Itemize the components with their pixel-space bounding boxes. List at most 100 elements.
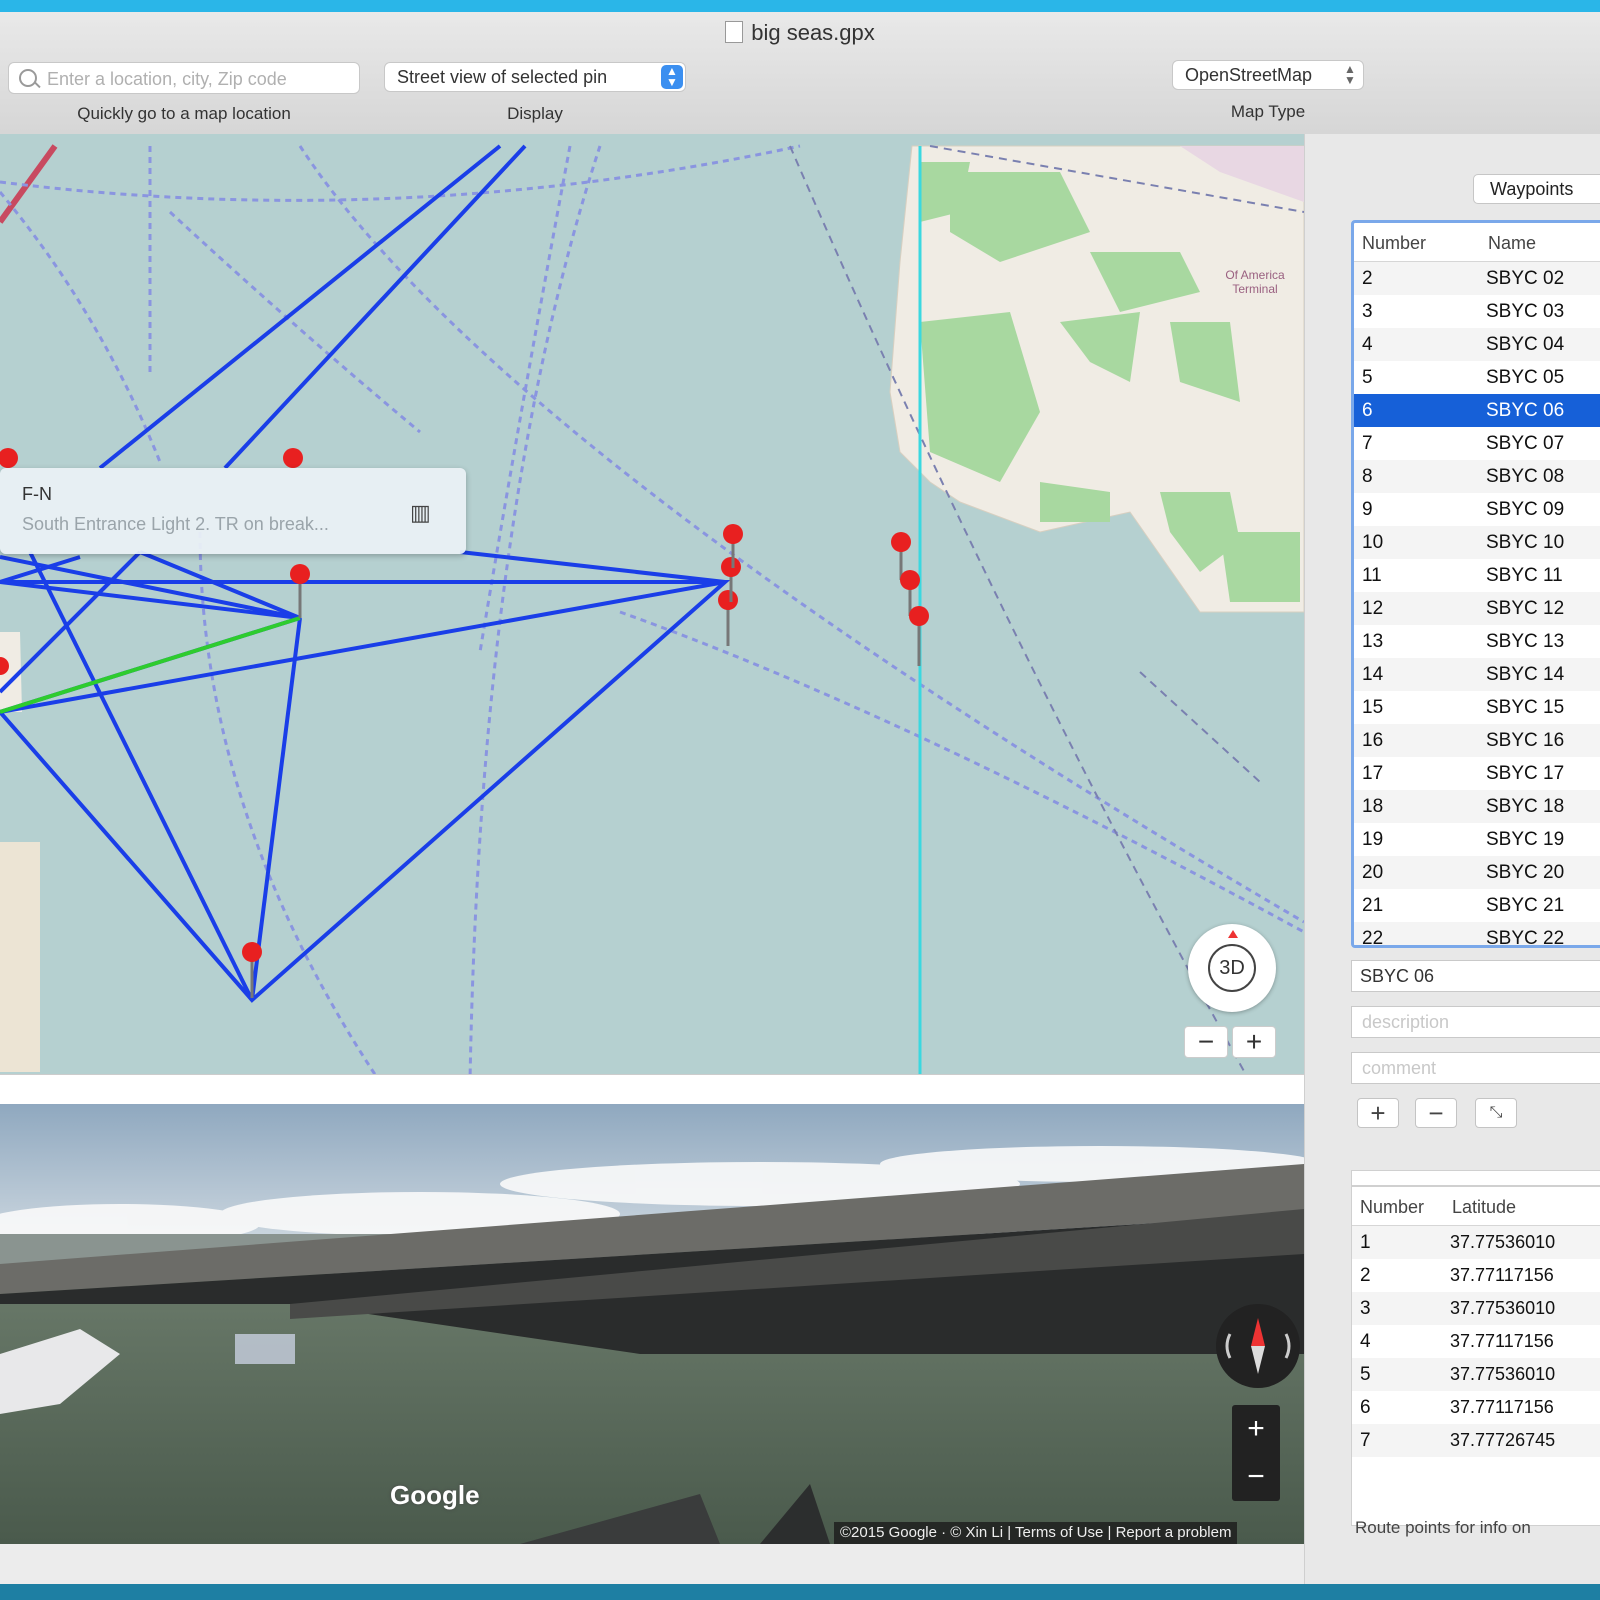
- row-name: SBYC 06: [1486, 400, 1565, 421]
- description-field[interactable]: [1351, 1006, 1600, 1038]
- arrows-icon[interactable]: ⤡: [1475, 1098, 1517, 1128]
- row-number: 4: [1362, 334, 1373, 355]
- display-popup[interactable]: Street view of selected pin ▲ ▼: [384, 62, 686, 92]
- table-row[interactable]: 4 SBYC 04: [1354, 328, 1600, 361]
- search-input[interactable]: [45, 65, 349, 93]
- description-input[interactable]: [1360, 1011, 1600, 1034]
- waypoint-pin: [909, 606, 929, 666]
- column-header-number[interactable]: Number: [1360, 1197, 1424, 1218]
- search-caption: Quickly go to a map location: [77, 104, 291, 123]
- table-row[interactable]: 22 SBYC 22: [1354, 922, 1600, 948]
- table-row[interactable]: 18 SBYC 18: [1354, 790, 1600, 823]
- street-view-image: [0, 1104, 1304, 1544]
- search-field[interactable]: [8, 62, 360, 94]
- table-row[interactable]: 2 SBYC 02: [1354, 262, 1600, 295]
- window-title: big seas.gpx: [0, 20, 1600, 46]
- popup-stepper-icon: ▲ ▼: [1344, 62, 1356, 87]
- google-logo: Google: [390, 1480, 480, 1510]
- table-row[interactable]: 7 SBYC 07: [1354, 427, 1600, 460]
- table-row[interactable]: 13 SBYC 13: [1354, 625, 1600, 658]
- table-row[interactable]: 6 SBYC 06: [1354, 394, 1600, 427]
- row-name: SBYC 22: [1486, 928, 1565, 948]
- map-canvas: [0, 144, 1304, 1083]
- name-field[interactable]: SBYC 06: [1351, 960, 1600, 992]
- waypoint-pin: [0, 448, 18, 468]
- row-name: SBYC 13: [1486, 631, 1565, 652]
- table-row[interactable]: 5 SBYC 05: [1354, 361, 1600, 394]
- north-indicator-icon: [1228, 930, 1238, 938]
- desktop-strip: [0, 1584, 1600, 1600]
- row-name: SBYC 08: [1486, 466, 1565, 487]
- zoom-out-button[interactable]: −: [1184, 1026, 1228, 1058]
- table-row[interactable]: 6 37.77117156: [1352, 1391, 1600, 1424]
- column-header-number[interactable]: Number: [1362, 233, 1426, 254]
- table-row[interactable]: 20 SBYC 20: [1354, 856, 1600, 889]
- table-row[interactable]: 11 SBYC 11: [1354, 559, 1600, 592]
- street-view-panel[interactable]: + − Google ©2015 Google · © Xin Li | Ter…: [0, 1104, 1304, 1544]
- display-popup-value: Street view of selected pin: [397, 67, 608, 87]
- table-row[interactable]: 9 SBYC 09: [1354, 493, 1600, 526]
- table-row[interactable]: 16 SBYC 16: [1354, 724, 1600, 757]
- street-view-zoom-out[interactable]: −: [1232, 1453, 1280, 1501]
- remove-waypoint-button[interactable]: −: [1415, 1098, 1457, 1128]
- row-number: 2: [1362, 268, 1373, 289]
- row-number: 14: [1362, 664, 1384, 685]
- tab-waypoints[interactable]: Waypoints: [1473, 174, 1600, 204]
- street-view-compass[interactable]: [1216, 1304, 1300, 1388]
- map-view[interactable]: Of America Terminal F-N South Entrance L…: [0, 134, 1304, 1086]
- row-latitude: 37.77117156: [1450, 1331, 1554, 1351]
- row-latitude: 37.77726745: [1450, 1430, 1556, 1450]
- column-header-name[interactable]: Name: [1488, 233, 1536, 254]
- row-number: 13: [1362, 631, 1384, 652]
- row-latitude: 37.77117156: [1450, 1397, 1554, 1417]
- table-row[interactable]: 1 37.77536010: [1352, 1226, 1600, 1259]
- map-icon[interactable]: ▥: [410, 500, 431, 526]
- row-name: SBYC 07: [1486, 433, 1565, 454]
- waypoints-table[interactable]: Number Name 2 SBYC 02 3 SBYC 03 4 SBYC 04 5 SBY…: [1351, 220, 1600, 948]
- app-window: big seas.gpx Quickly go to a map locatio…: [0, 12, 1600, 1584]
- compass-3d-button[interactable]: 3D: [1188, 924, 1276, 1012]
- comment-field[interactable]: [1351, 1052, 1600, 1084]
- route-points-table[interactable]: Number Latitude 1 37.77536010 2 37.77117156…: [1351, 1186, 1600, 1526]
- table-row[interactable]: 3 SBYC 03: [1354, 295, 1600, 328]
- row-number: 12: [1362, 598, 1384, 619]
- compass-3d-label: 3D: [1208, 944, 1256, 992]
- column-header-latitude[interactable]: Latitude: [1452, 1197, 1516, 1218]
- row-number: 5: [1362, 367, 1373, 388]
- table-row[interactable]: 15 SBYC 15: [1354, 691, 1600, 724]
- row-name: SBYC 03: [1486, 301, 1565, 322]
- map-type-popup[interactable]: OpenStreetMap ▲ ▼: [1172, 60, 1364, 90]
- street-view-zoom-in[interactable]: +: [1232, 1405, 1280, 1453]
- row-name: SBYC 16: [1486, 730, 1565, 751]
- table-row[interactable]: 7 37.77726745: [1352, 1424, 1600, 1457]
- comment-input[interactable]: [1360, 1057, 1600, 1080]
- attribution-bar[interactable]: ©2015 Google · © Xin Li | Terms of Use |…: [834, 1522, 1238, 1544]
- row-number: 22: [1362, 928, 1384, 948]
- waypoint-pin: [718, 590, 738, 646]
- table-row[interactable]: 17 SBYC 17: [1354, 757, 1600, 790]
- table-row[interactable]: 12 SBYC 12: [1354, 592, 1600, 625]
- zoom-in-button[interactable]: +: [1232, 1026, 1276, 1058]
- panel-separator: [1351, 1170, 1600, 1186]
- window-title-text: big seas.gpx: [751, 20, 875, 45]
- table-row[interactable]: 5 37.77536010: [1352, 1358, 1600, 1391]
- row-name: SBYC 18: [1486, 796, 1565, 817]
- add-waypoint-button[interactable]: +: [1357, 1098, 1399, 1128]
- table-row[interactable]: 8 SBYC 08: [1354, 460, 1600, 493]
- row-latitude: 37.77536010: [1450, 1298, 1556, 1318]
- table-row[interactable]: 2 37.77117156: [1352, 1259, 1600, 1292]
- table-row[interactable]: 14 SBYC 14: [1354, 658, 1600, 691]
- display-caption: Display: [507, 104, 563, 123]
- route-points-footer: Route points for info on: [1355, 1518, 1531, 1537]
- street-view-zoom: + −: [1232, 1405, 1280, 1501]
- table-row[interactable]: 10 SBYC 10: [1354, 526, 1600, 559]
- table-row[interactable]: 4 37.77117156: [1352, 1325, 1600, 1358]
- table-row[interactable]: 3 37.77536010: [1352, 1292, 1600, 1325]
- table-row[interactable]: 19 SBYC 19: [1354, 823, 1600, 856]
- split-view-divider[interactable]: [0, 1074, 1304, 1106]
- pin-callout[interactable]: F-N South Entrance Light 2. TR on break.…: [0, 468, 466, 554]
- table-row[interactable]: 21 SBYC 21: [1354, 889, 1600, 922]
- row-name: SBYC 21: [1486, 895, 1565, 916]
- row-number: 19: [1362, 829, 1384, 850]
- row-number: 7: [1362, 433, 1373, 454]
